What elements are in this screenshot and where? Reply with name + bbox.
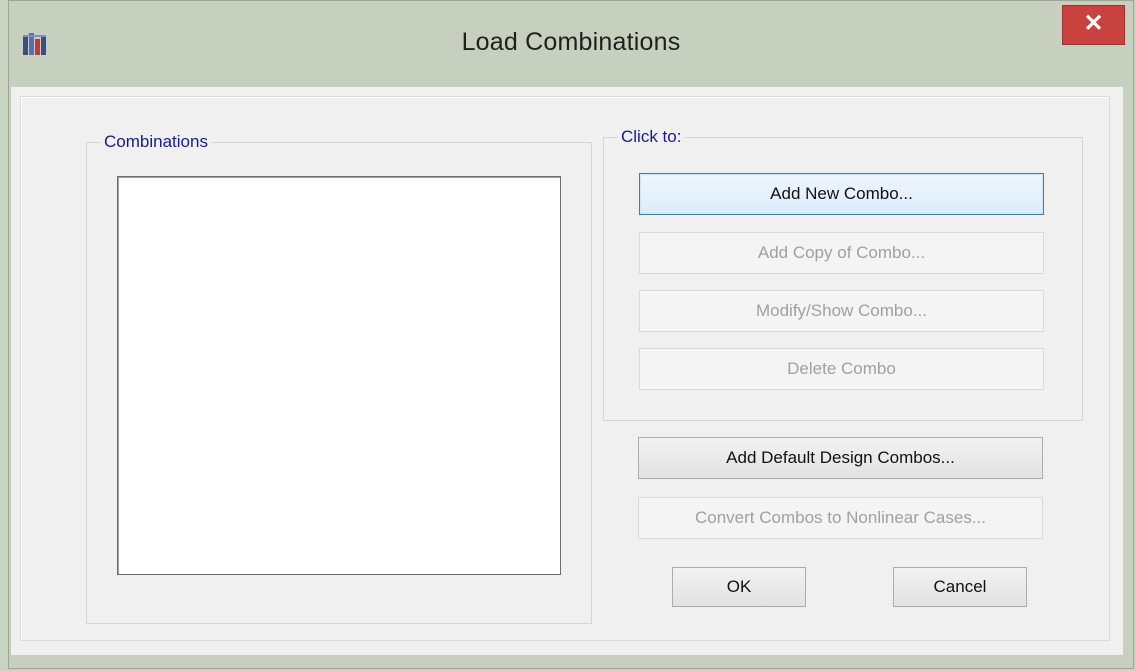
- combinations-group-label: Combinations: [101, 132, 211, 152]
- convert-combos-to-nonlinear-cases-button[interactable]: Convert Combos to Nonlinear Cases...: [638, 497, 1043, 539]
- dialog-frame: Combinations Click to: Add New Combo... …: [20, 96, 1110, 641]
- modify-show-combo-button[interactable]: Modify/Show Combo...: [639, 290, 1044, 332]
- close-button[interactable]: ✕: [1062, 5, 1125, 45]
- title-bar[interactable]: Load Combinations ✕: [9, 1, 1133, 87]
- add-default-design-combos-button[interactable]: Add Default Design Combos...: [638, 437, 1043, 479]
- load-combinations-window: Load Combinations ✕ Combinations Click t…: [8, 0, 1134, 669]
- delete-combo-button[interactable]: Delete Combo: [639, 348, 1044, 390]
- click-to-group-label: Click to:: [618, 127, 685, 147]
- cancel-button[interactable]: Cancel: [893, 567, 1027, 607]
- close-icon: ✕: [1083, 10, 1104, 37]
- ok-button[interactable]: OK: [672, 567, 806, 607]
- add-copy-of-combo-button[interactable]: Add Copy of Combo...: [639, 232, 1044, 274]
- combinations-group: Combinations: [86, 132, 592, 624]
- add-new-combo-button[interactable]: Add New Combo...: [639, 173, 1044, 215]
- combinations-list[interactable]: [117, 176, 561, 575]
- dialog-client-area: Combinations Click to: Add New Combo... …: [11, 87, 1123, 655]
- click-to-group: Click to: Add New Combo... Add Copy of C…: [603, 127, 1083, 421]
- window-title: Load Combinations: [461, 28, 681, 56]
